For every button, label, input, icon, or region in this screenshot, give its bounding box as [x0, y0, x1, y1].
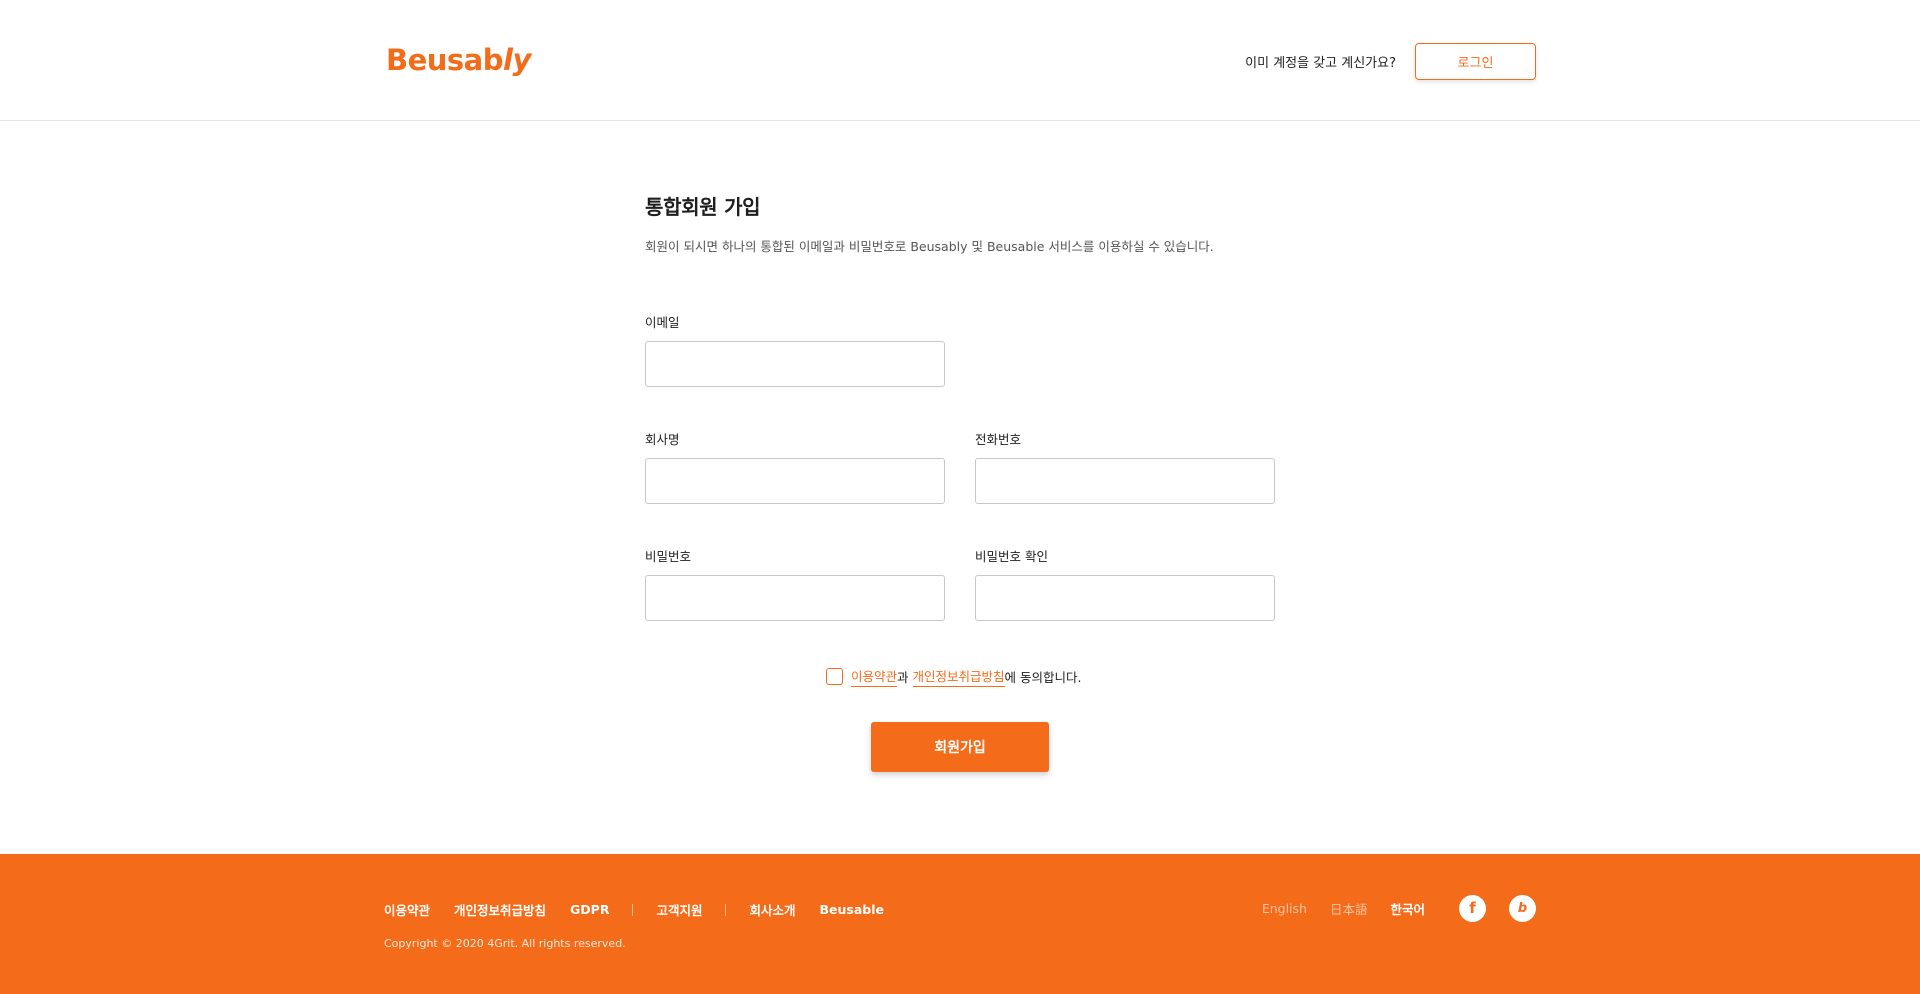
signup-form-header: 통합회원 가입 회원이 되시면 하나의 통합된 이메일과 비밀번호로 Beusa… [645, 191, 1275, 255]
blog-icon[interactable]: b [1509, 894, 1536, 922]
header-account-area: 이미 계정을 갖고 계신가요? 로그인 [1245, 43, 1536, 80]
password-confirm-field[interactable] [975, 575, 1275, 621]
site-footer: 이용약관 개인정보취급방침 GDPR 고객지원 회사소개 Beusable Co… [0, 854, 1920, 994]
copyright-text: Copyright © 2020 4Grit. All rights reser… [384, 937, 626, 950]
password-confirm-label: 비밀번호 확인 [975, 549, 1048, 564]
existing-account-question: 이미 계정을 갖고 계신가요? [1245, 56, 1396, 71]
logo-text: Beusably [386, 43, 531, 77]
email-label: 이메일 [645, 315, 680, 330]
footer-link-privacy[interactable]: 개인정보취급방침 [454, 900, 546, 919]
password-field[interactable] [645, 575, 945, 621]
login-button[interactable]: 로그인 [1415, 43, 1536, 80]
terms-checkbox[interactable] [826, 668, 843, 685]
terms-of-use-link[interactable]: 이용약관 [851, 666, 898, 687]
language-japanese[interactable]: 日本語 [1330, 899, 1368, 918]
password-label: 비밀번호 [645, 549, 692, 564]
footer-divider [725, 903, 727, 916]
language-english[interactable]: English [1262, 901, 1307, 916]
footer-link-support[interactable]: 고객지원 [656, 900, 702, 919]
facebook-icon[interactable]: f [1459, 894, 1486, 922]
footer-link-about[interactable]: 회사소개 [749, 900, 795, 919]
footer-link-terms[interactable]: 이용약관 [384, 900, 430, 919]
terms-agreement: 이용약관 과 개인정보취급방침 에 동의합니다. [826, 666, 1082, 687]
page-subtitle: 회원이 되시면 하나의 통합된 이메일과 비밀번호로 Beusably 및 Be… [645, 239, 1214, 254]
beusably-logo[interactable]: Beusably [386, 42, 531, 78]
footer-link-gdpr[interactable]: GDPR [570, 902, 609, 917]
footer-links: 이용약관 개인정보취급방침 GDPR 고객지원 회사소개 Beusable [384, 900, 908, 919]
footer-language-social: English 日本語 한국어 f b [1239, 894, 1536, 922]
email-field[interactable] [645, 341, 945, 387]
footer-link-beusable[interactable]: Beusable [820, 902, 885, 917]
phone-label: 전화번호 [975, 432, 1022, 447]
page-title: 통합회원 가입 [645, 195, 761, 219]
phone-field[interactable] [975, 458, 1275, 504]
language-korean[interactable]: 한국어 [1390, 899, 1425, 918]
company-field[interactable] [645, 458, 945, 504]
privacy-policy-link[interactable]: 개인정보취급방침 [912, 666, 1005, 687]
signup-button[interactable]: 회원가입 [871, 722, 1049, 772]
company-label: 회사명 [645, 432, 680, 447]
agree-suffix-text: 에 동의합니다. [1004, 670, 1082, 685]
site-header: Beusably 이미 계정을 갖고 계신가요? 로그인 [0, 0, 1920, 121]
agree-and-text: 과 [897, 670, 909, 685]
footer-divider [632, 903, 634, 916]
